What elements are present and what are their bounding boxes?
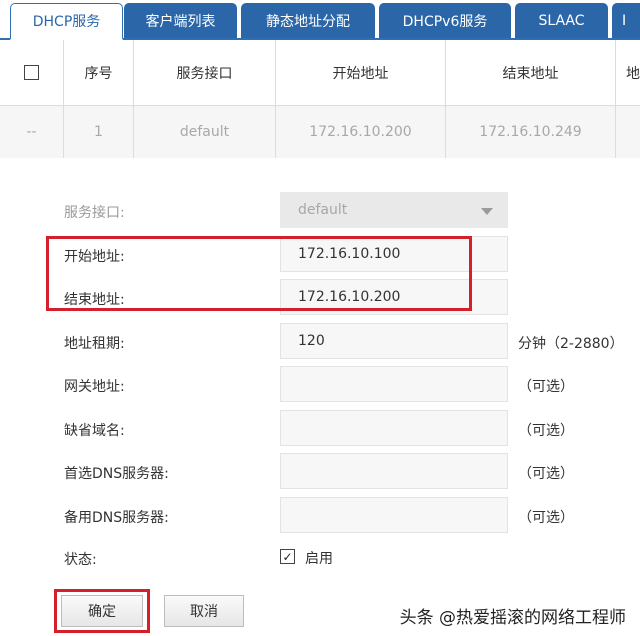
header-start-address: 开始地址 <box>276 40 446 105</box>
tab-bar: DHCP服务 客户端列表 静态地址分配 DHCPv6服务 SLAAC I <box>0 0 640 40</box>
header-select-all[interactable] <box>0 40 64 105</box>
select-all-checkbox[interactable] <box>24 65 39 80</box>
interface-select[interactable]: default <box>280 192 508 228</box>
status-label: 状态: <box>64 552 97 568</box>
highlight-box-address-range <box>46 236 472 311</box>
domain-label: 缺省域名: <box>64 423 125 439</box>
gateway-label: 网关地址: <box>64 379 125 395</box>
row-truncated-cell <box>616 106 640 158</box>
interface-label: 服务接口: <box>64 205 125 221</box>
lease-hint: 分钟（2-2880） <box>518 336 624 352</box>
secondary-dns-label: 备用DNS服务器: <box>64 510 169 526</box>
row-start-address: 172.16.10.200 <box>276 106 446 158</box>
lease-value: 120 <box>298 333 325 349</box>
secondary-dns-input[interactable] <box>280 497 508 533</box>
tab-static-address[interactable]: 静态地址分配 <box>241 3 375 38</box>
primary-dns-hint: （可选） <box>518 466 574 482</box>
status-enable-label[interactable]: 启用 <box>305 548 333 568</box>
tab-overflow[interactable]: I <box>612 3 640 38</box>
cancel-button[interactable]: 取消 <box>164 595 244 627</box>
domain-input[interactable] <box>280 410 508 446</box>
header-truncated: 地 <box>626 65 640 82</box>
header-interface: 服务接口 <box>134 40 276 105</box>
interface-select-value: default <box>298 202 348 218</box>
row-index: 1 <box>64 106 134 158</box>
tab-dhcpv6-service[interactable]: DHCPv6服务 <box>379 3 511 38</box>
primary-dns-input[interactable] <box>280 453 508 489</box>
row-check-placeholder: -- <box>0 106 64 158</box>
row-end-address: 172.16.10.249 <box>446 106 616 158</box>
row-interface: default <box>134 106 276 158</box>
confirm-button[interactable]: 确定 <box>61 595 143 627</box>
dhcp-server-table: 序号 服务接口 开始地址 结束地址 地 -- 1 default 172.16.… <box>0 40 640 158</box>
primary-dns-label: 首选DNS服务器: <box>64 466 169 482</box>
watermark: 头条 @热爱摇滚的网络工程师 <box>399 608 626 628</box>
chevron-down-icon <box>481 208 493 215</box>
header-end-address: 结束地址 <box>446 40 616 105</box>
domain-hint: （可选） <box>518 423 574 439</box>
tab-client-list[interactable]: 客户端列表 <box>124 3 237 38</box>
tab-dhcp-service[interactable]: DHCP服务 <box>10 3 123 40</box>
status-enable-checkbox[interactable]: ✓ <box>280 549 295 564</box>
gateway-hint: （可选） <box>518 379 574 395</box>
tab-slaac[interactable]: SLAAC <box>515 3 608 38</box>
lease-label: 地址租期: <box>64 336 125 352</box>
lease-input[interactable]: 120 <box>280 323 508 359</box>
header-index: 序号 <box>64 40 134 105</box>
dhcp-edit-form: 服务接口: default 开始地址: 172.16.10.100 结束地址: … <box>0 158 640 636</box>
gateway-input[interactable] <box>280 366 508 402</box>
table-header: 序号 服务接口 开始地址 结束地址 地 <box>0 40 640 106</box>
checkmark-icon: ✓ <box>282 549 293 564</box>
table-row[interactable]: -- 1 default 172.16.10.200 172.16.10.249 <box>0 106 640 158</box>
secondary-dns-hint: （可选） <box>518 510 574 526</box>
